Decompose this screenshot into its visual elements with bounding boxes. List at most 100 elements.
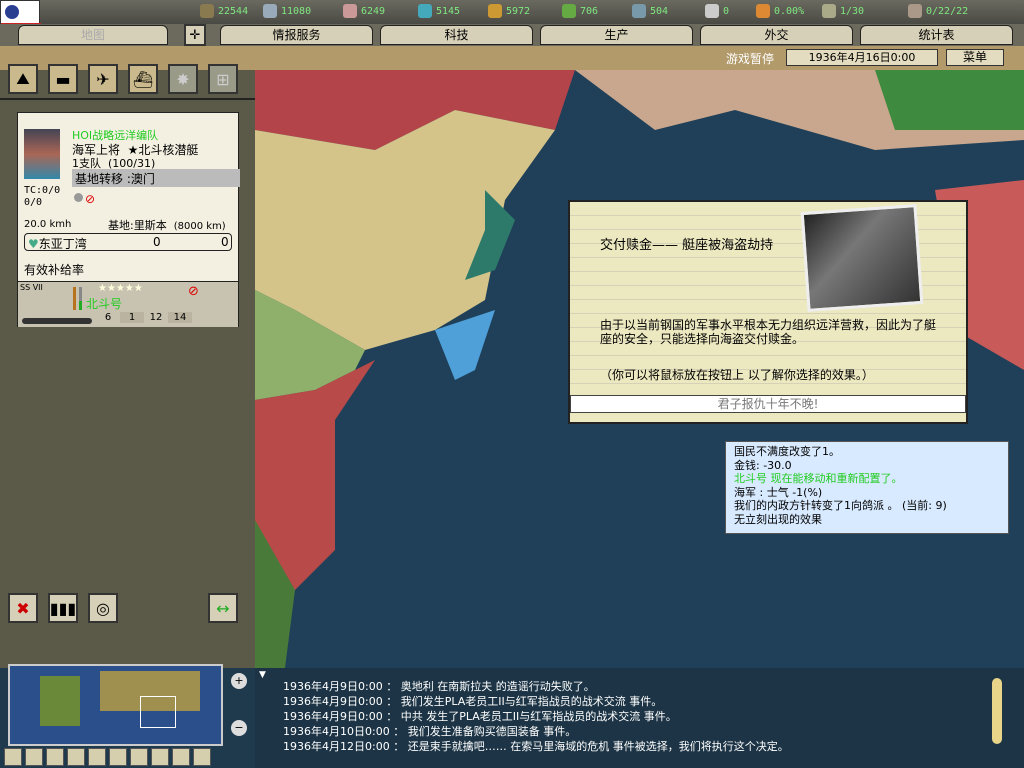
ship-stat: 6 [104, 312, 112, 323]
ship-stat: 14 [168, 312, 192, 323]
resource-value: 22544 [218, 5, 249, 17]
resource-value: 0.00% [774, 5, 805, 17]
resource-rare-materials[interactable]: 6249 [343, 4, 385, 18]
log-date: 1936年4月10日0:00 [283, 725, 390, 738]
log-text: ： 还是束手就擒吧…… 在索马里海域的危机 事件被选择，我们将执行这个决定。 [393, 740, 789, 753]
tooltip-line: 国民不满度改变了1。 [734, 445, 840, 458]
unit-speed: 20.0 kmh [24, 219, 72, 230]
dissent-icon [756, 4, 770, 18]
rare-materials-icon [343, 4, 357, 18]
land-unit-filter-icon[interactable]: ⛰ [8, 64, 38, 94]
log-scrollbar[interactable] [992, 678, 1002, 744]
log-text: ： 我们发生准备购买德国装备 事件。 [393, 725, 577, 738]
map-mode-button[interactable] [193, 748, 211, 766]
metal-icon [263, 4, 277, 18]
prohibited-icon: ⊘ [188, 284, 199, 299]
tooltip-line: 海军 : 士气 -1(%) [734, 485, 823, 499]
resource-officers[interactable]: 0/22/22 [908, 4, 968, 18]
map-region-china [875, 70, 1024, 130]
resource-value: 11080 [281, 5, 312, 17]
ship-row[interactable]: SS VII ★★★★★ 北斗号 ⊘ 6 1 12 14 [18, 281, 238, 327]
naval-filter-icon[interactable]: ⛴ [128, 64, 158, 94]
manpower-icon [632, 4, 646, 18]
location-value-1: 0 [153, 235, 161, 249]
ship-stat: 1 [120, 312, 144, 323]
ship-stat: 12 [149, 312, 163, 323]
map-mode-button[interactable] [25, 748, 43, 766]
event-dialog: 交付赎金—— 艇座被海盗劫持 由于以当前钢国的军事水平根本无力组织远洋营救，因此… [568, 200, 968, 424]
supply-efficiency: 有效补给率 [24, 263, 85, 277]
minimap-viewport[interactable] [140, 696, 176, 728]
zoom-in-button[interactable]: + [231, 673, 247, 689]
resource-value: 0/22/22 [926, 5, 969, 17]
resource-supplies[interactable]: 5972 [488, 4, 530, 18]
map-mode-bar [4, 748, 254, 766]
map-mode-button[interactable] [4, 748, 22, 766]
tab-map[interactable]: 地图 [18, 25, 168, 45]
map-mode-button[interactable] [46, 748, 64, 766]
convoy-filter-icon[interactable]: ⊞ [208, 64, 238, 94]
target-button[interactable]: ◎ [88, 593, 118, 623]
unit-mission: 基地转移 :澳门 [72, 169, 240, 187]
resource-value: 0 [723, 5, 730, 17]
location-icon: ♥ [28, 237, 39, 251]
map-mode-button[interactable] [130, 748, 148, 766]
merge-button[interactable]: ↔ [208, 593, 238, 623]
resource-energy[interactable]: 22544 [200, 4, 248, 18]
tab-production[interactable]: 生产 [540, 25, 693, 45]
resource-oil[interactable]: 5145 [418, 4, 460, 18]
unit-location[interactable]: ♥东亚丁湾 0 0 [24, 233, 232, 251]
submarine-icon [22, 318, 92, 324]
star-filter-icon[interactable]: ✸ [168, 64, 198, 94]
prohibited-icon[interactable]: ⊘ [85, 192, 95, 206]
oil-icon [418, 4, 432, 18]
expand-button[interactable]: ✛ [184, 24, 206, 46]
tab-intelligence[interactable]: 情报服务 [220, 25, 373, 45]
menu-button[interactable]: 菜单 [946, 49, 1004, 66]
resource-manpower[interactable]: 504 [632, 4, 668, 18]
log-text: ： 我们发生PLA老员工II与红军指战员的战术交流 事件。 [386, 695, 663, 708]
zoom-out-button[interactable]: − [231, 720, 247, 736]
pause-status[interactable]: 游戏暂停 [726, 50, 774, 67]
toggle-icon[interactable] [74, 193, 83, 202]
message-log: ▼ 1936年4月9日0:00 ： 奥地利 在南斯拉夫 的造谣行动失败了。 19… [255, 668, 1024, 768]
tooltip-line: 北斗号 现在能移动和重新配置了。 [734, 472, 903, 485]
energy-icon [200, 4, 214, 18]
air-filter-icon[interactable]: ✈ [88, 64, 118, 94]
location-value-2: 0 [221, 235, 229, 249]
event-option-button[interactable]: 君子报仇十年不晚! [570, 395, 966, 413]
armor-filter-icon[interactable]: ▬ [48, 64, 78, 94]
resource-value: 5972 [506, 5, 531, 17]
resource-value: 504 [650, 5, 669, 17]
supplies-icon [488, 4, 502, 18]
resource-value: 6249 [361, 5, 386, 17]
map-mode-button[interactable] [151, 748, 169, 766]
ship-name: 北斗号 [86, 297, 123, 311]
game-date: 1936年4月16日0:00 [786, 49, 938, 66]
resource-value: 5145 [436, 5, 461, 17]
tab-technology[interactable]: 科技 [380, 25, 533, 45]
tab-diplomacy[interactable]: 外交 [700, 25, 853, 45]
unit-info-panel: HOI战略远洋编队 海军上将 ★北斗核潜艇 1支队 (100/31) 基地转移 … [17, 112, 240, 327]
resource-transports[interactable]: 0 [705, 4, 729, 18]
resource-dissent[interactable]: 0.00% [756, 4, 804, 18]
map-mode-button[interactable] [109, 748, 127, 766]
log-date: 1936年4月12日0:00 [283, 740, 390, 753]
map-mode-button[interactable] [172, 748, 190, 766]
tooltip-line: 无立刻出现的效果 [734, 512, 822, 526]
minimap[interactable] [8, 664, 223, 746]
convoy-icon [822, 4, 836, 18]
transport-capacity: TC:0/0 [24, 185, 61, 196]
split-unit-button[interactable]: ▮▮▮ [48, 593, 78, 623]
map-mode-button[interactable] [67, 748, 85, 766]
tooltip-line: 我们的内政方针转变了1向鸽派 。 (当前: 9) [734, 499, 947, 512]
map-mode-button[interactable] [88, 748, 106, 766]
leader-portrait[interactable] [24, 129, 60, 179]
resource-convoy[interactable]: 1/30 [822, 4, 864, 18]
tab-statistics[interactable]: 统计表 [860, 25, 1013, 45]
officers-icon [908, 4, 922, 18]
resource-metal[interactable]: 11080 [263, 4, 311, 18]
resource-money[interactable]: 706 [562, 4, 598, 18]
disband-button[interactable]: ✖ [8, 593, 38, 623]
collapse-log-icon[interactable]: ▼ [259, 670, 266, 680]
